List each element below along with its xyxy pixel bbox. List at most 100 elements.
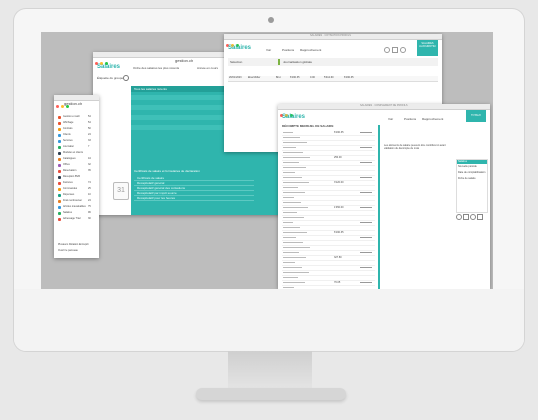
logo: gestion.ch	[64, 101, 83, 106]
settings-icon[interactable]	[392, 47, 398, 53]
page-title: Salaires	[282, 114, 306, 120]
amount-cell: 76.05	[334, 281, 341, 284]
sidebar-item-count: 74	[88, 181, 91, 184]
sidebar-item-icon	[58, 212, 61, 215]
screen: gestion.ch Salaires Ordre des salaires l…	[41, 32, 493, 289]
today-badge[interactable]: SALAIRES AUJOURD'HUI	[417, 40, 438, 56]
row-label-placeholder	[283, 272, 309, 273]
row-label-placeholder	[283, 162, 299, 163]
sidebar-item-count: 96	[88, 211, 91, 214]
sidebar-item-icon	[58, 164, 61, 167]
sidebar-item-label: Modules et clients	[63, 151, 84, 154]
filter-bar: Sélection Journalisation globale	[228, 58, 438, 66]
row-value-placeholder	[360, 162, 372, 163]
title-bar: SALAIRES · COMPLÉMENT DE PROFILS	[278, 104, 490, 117]
calendar-icon: 31	[113, 182, 129, 200]
row-label-placeholder	[283, 147, 296, 148]
filter-value[interactable]: Journalisation globale	[283, 60, 312, 64]
table-row[interactable]: 26/01/2023 Elsa Müller Brut 6'190.35 0.0…	[228, 76, 438, 82]
sidebar-item-icon	[58, 146, 61, 149]
sidebar-item-label: Factures	[63, 181, 73, 184]
section-title: Certificats de salaire et formulaires de…	[134, 169, 200, 173]
row-value-placeholder	[360, 222, 372, 223]
sidebar-item-label: Clients	[63, 133, 71, 136]
sidebar-item-label: Services	[63, 139, 73, 142]
record-title: DÉCOMPTE MENSUEL DE SALAIRE	[282, 124, 334, 128]
search-icon[interactable]	[384, 47, 390, 53]
sidebar-item-label: Affichage	[63, 121, 74, 124]
amount-cell: 6'190.35	[334, 231, 344, 234]
sidebar-item-label: Articles inévaluables	[63, 205, 86, 208]
sidebar-item-label: Catalogues	[63, 157, 76, 160]
status-marker	[278, 59, 280, 65]
group-label: Ordre des salaires les plus récents	[133, 66, 180, 70]
tab-positions[interactable]: Positions	[282, 48, 294, 52]
row-label-placeholder	[283, 192, 305, 193]
sidebar-item-label: Dépenses	[63, 193, 75, 196]
window-title: SALAIRES · COTISATION PROFILS	[310, 34, 351, 37]
salaires-window-front[interactable]: SALAIRES · COMPLÉMENT DE PROFILS Salaire…	[278, 104, 490, 289]
sidebar-item-label: Offres	[63, 163, 70, 166]
search-icon[interactable]	[456, 214, 462, 220]
export-icon[interactable]	[477, 214, 483, 220]
settings-icon[interactable]	[463, 214, 469, 220]
row-label-placeholder	[283, 257, 306, 258]
cell: 6'190.35	[290, 76, 300, 79]
totals-badge[interactable]: TOTAUX	[466, 110, 486, 122]
page-title: Salaires	[228, 45, 252, 51]
user-icon[interactable]	[470, 214, 476, 220]
tab-positions[interactable]: Positions	[404, 117, 416, 121]
sidebar-item-label: Contrats	[63, 127, 73, 130]
sidebar-item-label: Gestion et salir	[63, 115, 80, 118]
tab-rapprochement[interactable]: Rapprochement	[300, 48, 321, 52]
sidebar-footer-secondary[interactable]: Ouvrir le panneau	[58, 249, 78, 253]
sidebar-item-icon	[58, 116, 61, 119]
sidebar-footer[interactable]: Plusieurs Rotation Entrepôt	[58, 243, 88, 247]
row-label-placeholder	[283, 237, 296, 238]
row-label-placeholder	[283, 232, 307, 233]
imac-chin	[14, 289, 524, 351]
search-input[interactable]: Étiquette du groupe	[97, 76, 123, 80]
cell: Brut	[276, 76, 281, 79]
search-icon[interactable]	[123, 75, 129, 81]
row-label-placeholder	[283, 267, 302, 268]
report-item[interactable]: Récapitulatif pour les heures	[134, 196, 254, 201]
sidebar-item-count: 33	[88, 139, 91, 142]
sidebar-item[interactable]: Adressage Trial 30	[56, 217, 97, 223]
sidebar-item-icon	[58, 188, 61, 191]
row-label-placeholder	[283, 157, 310, 158]
sidebar-item-icon	[58, 200, 61, 203]
filter-label: Sélection	[230, 60, 243, 64]
row-label-placeholder	[283, 182, 309, 183]
cell: 26/01/2023	[229, 76, 242, 79]
sidebar-item-count: 75	[88, 205, 91, 208]
row-label-placeholder	[283, 177, 302, 178]
cell: 6'190.35	[344, 76, 354, 79]
tab-rapprochement[interactable]: Rapprochement	[422, 117, 443, 121]
sidebar-item-label: Adressage Trial	[63, 217, 81, 220]
tab-voir[interactable]: Voir	[266, 48, 271, 52]
sidebar-item-icon	[58, 122, 61, 125]
tab-voir[interactable]: Voir	[388, 117, 393, 121]
row-label-placeholder	[283, 277, 298, 278]
row-label-placeholder	[283, 242, 303, 243]
imac-foot	[196, 388, 346, 400]
sidebar-item-label: Commandes	[63, 187, 78, 190]
row-label-placeholder	[283, 287, 294, 288]
user-icon[interactable]	[400, 47, 406, 53]
row-label-placeholder	[283, 132, 293, 133]
row-label-placeholder	[283, 142, 307, 143]
navigation-window[interactable]: gestion.ch Gestion et salir 54 Affichage 54…	[54, 95, 99, 258]
side-panel-item[interactable]: Fiche de salaire	[457, 176, 487, 182]
sidebar-item-icon	[58, 128, 61, 131]
sidebar-item-count: 24	[88, 133, 91, 136]
row-value-placeholder	[360, 192, 372, 193]
sidebar-item-count: 44	[88, 157, 91, 160]
sidebar-item-icon	[58, 134, 61, 137]
cell: 0.00	[310, 76, 315, 79]
row-label-placeholder	[283, 212, 297, 213]
sidebar-item-count: 54	[88, 121, 91, 124]
payslip-table: 6'190.35 250.00 3'120.00 1'450.00 6'190.35 32…	[282, 131, 375, 288]
window-title: SALAIRES · COMPLÉMENT DE PROFILS	[360, 104, 408, 107]
sidebar-item-count: 35	[88, 169, 91, 172]
